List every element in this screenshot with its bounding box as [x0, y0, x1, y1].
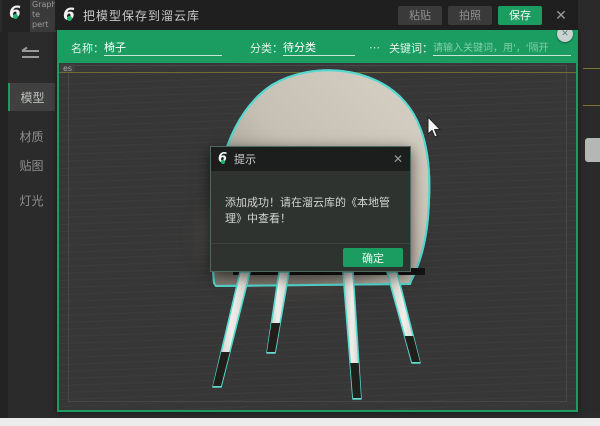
- keywords-input[interactable]: [433, 40, 571, 56]
- background-right-panel: [583, 0, 600, 412]
- save-form-row: 名称： 分类： 待分类 ⋯ 关键词： ✕: [59, 32, 576, 63]
- background-panel-thumb: [585, 138, 600, 162]
- background-app-logo: 6: [2, 0, 30, 32]
- background-text: pert: [30, 20, 56, 30]
- sidebar-item-label: 灯光: [19, 192, 43, 209]
- notice-message: 添加成功！请在溜云库的《本地管理》中查看！: [211, 171, 410, 227]
- name-label: 名称：: [71, 40, 104, 56]
- close-icon[interactable]: ✕: [393, 152, 403, 166]
- sidebar-item-label: 模型: [20, 89, 44, 106]
- background-panel-fragments: Graph te pert: [30, 0, 56, 32]
- more-ellipsis-icon[interactable]: ⋯: [369, 41, 381, 54]
- notice-dialog: 6 提示 ✕ 添加成功！请在溜云库的《本地管理》中查看！ 确定: [210, 146, 411, 272]
- background-text: Graph: [30, 0, 56, 10]
- keywords-label: 关键词：: [389, 40, 433, 56]
- viewport-divider-line: [59, 72, 576, 73]
- background-divider: [583, 68, 600, 69]
- collapse-menu-icon[interactable]: [19, 46, 43, 62]
- save-button[interactable]: 保存: [498, 6, 542, 25]
- sidebar: 模型 材质 贴图 灯光: [0, 32, 55, 418]
- save-dialog-titlebar: 6 把模型保存到溜云库 粘贴 拍照 保存 ✕: [55, 0, 578, 30]
- notice-dialog-footer: 确定: [211, 243, 410, 271]
- notice-dialog-header: 6 提示 ✕: [211, 147, 410, 171]
- category-label: 分类：: [250, 40, 283, 56]
- sidebar-edge-strip: [0, 32, 8, 418]
- sidebar-item-light[interactable]: 灯光: [8, 186, 55, 214]
- capture-button[interactable]: 拍照: [448, 6, 492, 25]
- sidebar-item-label: 材质: [19, 128, 43, 145]
- liuyunku-logo-icon: 6: [9, 4, 23, 22]
- sidebar-item-model[interactable]: 模型: [8, 83, 55, 111]
- category-picker[interactable]: 待分类: [283, 40, 355, 56]
- sidebar-item-texture[interactable]: 贴图: [8, 151, 55, 179]
- window-title: 把模型保存到溜云库: [83, 7, 200, 24]
- liuyunku-logo-icon: 6: [218, 152, 229, 166]
- liuyunku-logo-icon: 6: [63, 6, 77, 24]
- sidebar-item-label: 贴图: [19, 157, 43, 174]
- background-text: te: [30, 10, 56, 20]
- screen-bottom-edge: [0, 418, 600, 426]
- sidebar-item-material[interactable]: 材质: [8, 122, 55, 150]
- paste-button[interactable]: 粘贴: [398, 6, 442, 25]
- name-input[interactable]: [104, 40, 222, 56]
- ok-button[interactable]: 确定: [343, 248, 403, 267]
- close-icon[interactable]: ✕: [550, 4, 572, 26]
- background-divider: [583, 105, 600, 106]
- notice-dialog-title: 提示: [234, 151, 256, 167]
